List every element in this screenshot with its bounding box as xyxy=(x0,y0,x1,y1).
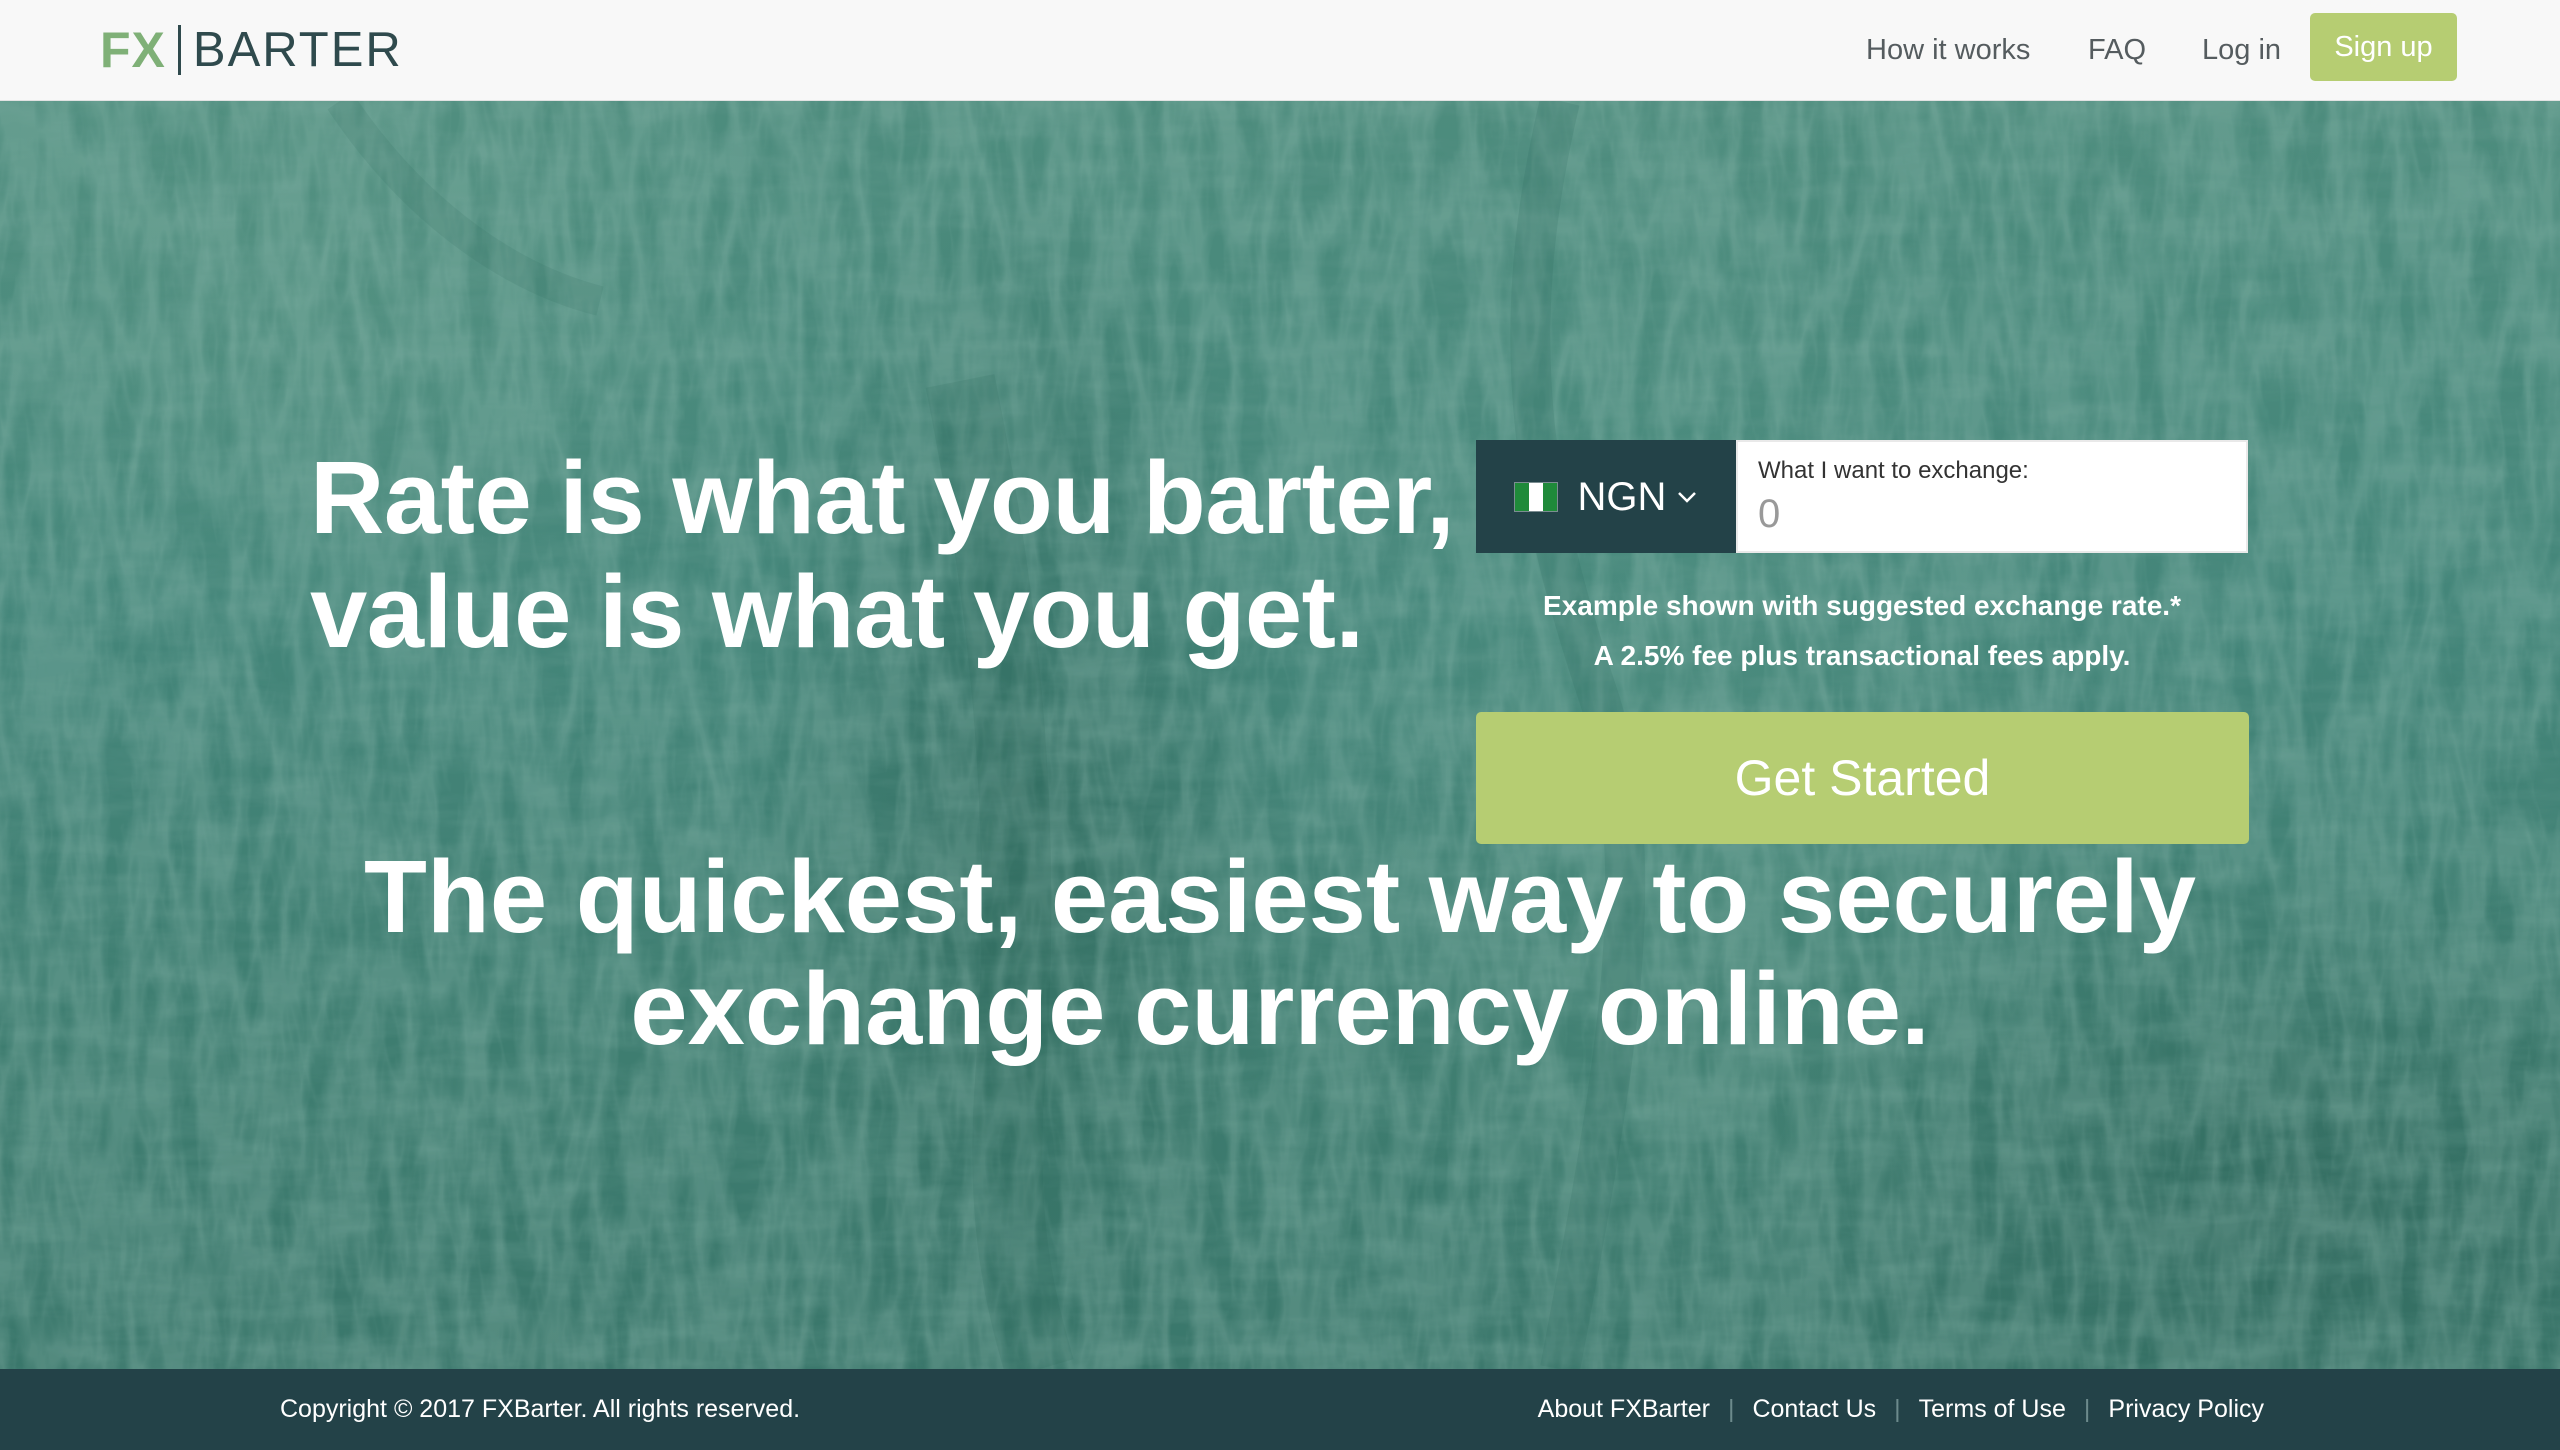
amount-input[interactable] xyxy=(1758,492,2226,537)
fxbarter-logo[interactable]: FX BARTER xyxy=(100,22,403,78)
fee-note: A 2.5% fee plus transactional fees apply… xyxy=(1593,640,2131,671)
footer-links: About FXBarter | Contact Us | Terms of U… xyxy=(1538,1369,2264,1450)
currency-dropdown[interactable]: NGN xyxy=(1476,440,1736,553)
footer-link-privacy[interactable]: Privacy Policy xyxy=(2108,1395,2264,1424)
footer: Copyright © 2017 FXBarter. All rights re… xyxy=(0,1369,2560,1450)
hero-headline: Rate is what you barter, value is what y… xyxy=(310,441,1490,669)
footer-divider: | xyxy=(1727,1395,1735,1423)
tagline-line-1: The quickest, easiest way to securely xyxy=(364,839,2196,954)
hero-section: Rate is what you barter, value is what y… xyxy=(0,101,2560,1369)
tagline-line-2: exchange currency online. xyxy=(630,951,1930,1066)
footer-link-terms[interactable]: Terms of Use xyxy=(1919,1395,2066,1424)
headline-line-1: Rate is what you barter, xyxy=(310,440,1455,555)
footer-link-about[interactable]: About FXBarter xyxy=(1538,1395,1710,1424)
top-navbar: FX BARTER How it works FAQ Log in Sign u… xyxy=(0,0,2560,101)
logo-barter-text: BARTER xyxy=(192,23,403,77)
footer-divider: | xyxy=(2083,1395,2091,1423)
amount-field-container: What I want to exchange: xyxy=(1736,440,2248,553)
exchange-rate-note: Example shown with suggested exchange ra… xyxy=(1543,590,2181,621)
currency-code: NGN xyxy=(1577,474,1667,519)
chevron-down-icon xyxy=(1678,491,1697,503)
headline-line-2: value is what you get. xyxy=(310,554,1364,669)
get-started-button[interactable]: Get Started xyxy=(1476,712,2249,844)
logo-divider xyxy=(177,25,181,75)
nigeria-flag-icon xyxy=(1513,481,1558,512)
signup-button[interactable]: Sign up xyxy=(2310,13,2457,81)
exchange-widget: NGN What I want to exchange: xyxy=(1476,440,2248,553)
footer-divider: | xyxy=(1894,1395,1901,1423)
footer-link-contact[interactable]: Contact Us xyxy=(1752,1395,1876,1424)
amount-label: What I want to exchange: xyxy=(1758,457,2029,484)
nav-how-it-works-link[interactable]: How it works xyxy=(1866,30,2030,70)
logo-fx-text: FX xyxy=(100,22,166,78)
copyright-text: Copyright © 2017 FXBarter. All rights re… xyxy=(280,1395,801,1423)
nav-login-link[interactable]: Log in xyxy=(2202,30,2281,70)
hero-tagline: The quickest, easiest way to securely ex… xyxy=(0,841,2560,1065)
nav-faq-link[interactable]: FAQ xyxy=(2088,30,2146,70)
